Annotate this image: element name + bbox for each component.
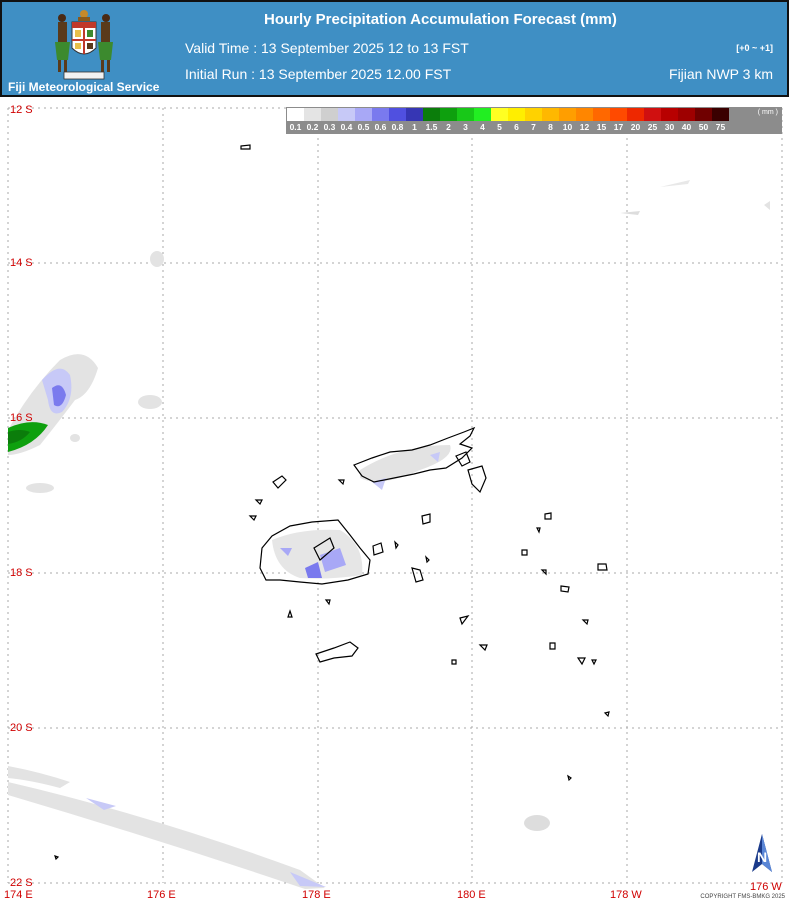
legend-swatch [474,108,491,121]
legend-labels: 0.1 0.2 0.3 0.4 0.5 0.6 0.8 1 1.5 2 3 4 5 6 7 8 10 12 15 17… [287,122,729,132]
legend-label: 4 [480,122,485,132]
lon-label: 176 W [750,881,782,893]
lon-label: 178 E [302,889,331,901]
organization-name: Fiji Meteorological Service [8,80,160,94]
legend-label: 75 [715,122,726,132]
legend-label: 50 [698,122,709,132]
legend-label: 3 [463,122,468,132]
copyright-text: COPYRIGHT FMS-BMKG 2025 [700,894,785,900]
valid-time: Valid Time : 13 September 2025 12 to 13 … [185,40,469,56]
legend-swatch [661,108,678,121]
legend-label: 0.1 [289,122,302,132]
lat-label: 18 S [10,567,33,579]
legend-label: 6 [514,122,519,132]
legend-swatch [304,108,321,121]
legend-swatch [542,108,559,121]
legend-label: 25 [647,122,658,132]
legend-swatch [644,108,661,121]
north-arrow-icon: N [752,834,772,872]
legend-label: 20 [630,122,641,132]
legend-label: 8 [548,122,553,132]
legend-swatch [593,108,610,121]
legend-swatch [576,108,593,121]
precipitation-legend: 0.1 0.2 0.3 0.4 0.5 0.6 0.8 1 1.5 2 3 4 5 6 7 8 10 12 15 17… [286,107,782,134]
precipitation-field [8,180,770,889]
legend-swatch [423,108,440,121]
legend-label: 17 [613,122,624,132]
legend-swatch [491,108,508,121]
legend-unit: ( mm ) [757,109,778,116]
legend-label: 15 [596,122,607,132]
legend-swatch [525,108,542,121]
coastlines [54,144,610,861]
lat-label: 20 S [10,722,33,734]
legend-color-scale [287,108,729,121]
initial-run: Initial Run : 13 September 2025 12.00 FS… [185,66,452,82]
model-name: Fijian NWP 3 km [669,66,773,82]
legend-label: 2 [446,122,451,132]
lon-label: 176 E [147,889,176,901]
legend-swatch [287,108,304,121]
legend-swatch [389,108,406,121]
legend-swatch [355,108,372,121]
legend-label: 0.6 [374,122,387,132]
map-title: Hourly Precipitation Accumulation Foreca… [264,11,617,28]
legend-label: 1.5 [425,122,438,132]
legend-swatch [678,108,695,121]
legend-swatch [559,108,576,121]
legend-swatch [508,108,525,121]
legend-label: 30 [664,122,675,132]
lat-label: 16 S [10,412,33,424]
legend-swatch [406,108,423,121]
legend-swatch [627,108,644,121]
lat-label: 22 S [10,877,33,889]
legend-label: 0.4 [340,122,353,132]
legend-label: 40 [681,122,692,132]
lon-label: 174 E [4,889,33,901]
lat-label: 12 S [10,104,33,116]
legend-label: 10 [562,122,573,132]
fiji-coat-of-arms-icon [55,10,113,80]
forecast-range: [+0 ~ +1] [736,43,773,53]
map-grid [7,107,783,884]
legend-swatch [457,108,474,121]
legend-label: 0.8 [391,122,404,132]
precipitation-map [7,107,783,889]
legend-label: 1 [412,122,417,132]
north-label: N [757,849,767,865]
header-bar: Hourly Precipitation Accumulation Foreca… [0,0,789,97]
legend-label: 7 [531,122,536,132]
legend-swatch [695,108,712,121]
legend-swatch [321,108,338,121]
legend-swatch [610,108,627,121]
legend-label: 5 [497,122,502,132]
legend-swatch [712,108,729,121]
legend-label: 12 [579,122,590,132]
legend-label: 0.2 [306,122,319,132]
legend-label: 0.5 [357,122,370,132]
lat-label: 14 S [10,257,33,269]
lon-label: 178 W [610,889,642,901]
lon-label: 180 E [457,889,486,901]
legend-swatch [440,108,457,121]
legend-swatch [372,108,389,121]
legend-label: 0.3 [323,122,336,132]
legend-swatch [338,108,355,121]
